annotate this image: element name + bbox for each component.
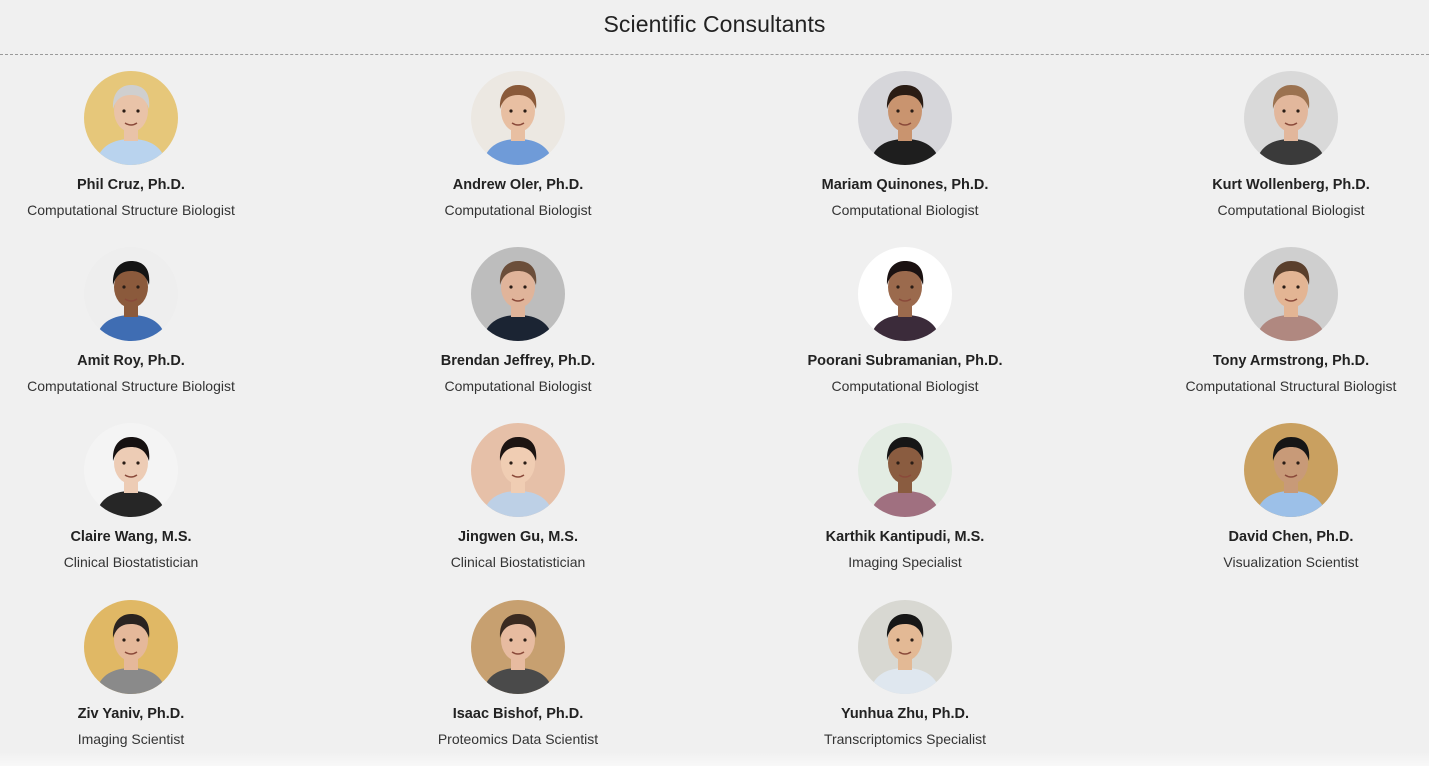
consultant-photo: [1244, 423, 1338, 517]
consultant-photo: [84, 600, 178, 694]
consultant-role: Clinical Biostatistician: [63, 554, 199, 570]
consultant-photo: [84, 247, 178, 341]
consultant-role: Computational Biologist: [831, 378, 979, 394]
consultant-role: Visualization Scientist: [1223, 554, 1359, 570]
consultant-photo: [1244, 71, 1338, 165]
consultant-name: Amit Roy, Ph.D.: [77, 353, 185, 369]
consultant-role: Computational Biologist: [444, 378, 592, 394]
consultant-name: Kurt Wollenberg, Ph.D.: [1212, 177, 1370, 193]
consultant-name: Poorani Subramanian, Ph.D.: [807, 353, 1003, 369]
consultant-name: Phil Cruz, Ph.D.: [77, 177, 185, 193]
consultant-photo: [471, 600, 565, 694]
consultant-photo: [858, 423, 952, 517]
consultant-name: Jingwen Gu, M.S.: [457, 529, 579, 545]
consultant-photo: [471, 423, 565, 517]
consultant-name: Karthik Kantipudi, M.S.: [825, 529, 985, 545]
consultant-name: Ziv Yaniv, Ph.D.: [77, 706, 185, 722]
consultant-role: Computational Structure Biologist: [27, 202, 235, 218]
page-header: Scientific Consultants: [0, 0, 1429, 55]
consultant-role: Computational Structure Biologist: [27, 378, 235, 394]
consultant-name: Yunhua Zhu, Ph.D.: [840, 706, 970, 722]
consultant-role: Transcriptomics Specialist: [823, 731, 987, 747]
consultant-role: Clinical Biostatistician: [450, 554, 586, 570]
consultant-photo: [84, 423, 178, 517]
consultant-name: Andrew Oler, Ph.D.: [452, 177, 584, 193]
consultant-photo: [858, 600, 952, 694]
consultant-name: Isaac Bishof, Ph.D.: [452, 706, 584, 722]
consultant-role: Computational Biologist: [444, 202, 592, 218]
consultant-photo: [471, 71, 565, 165]
consultant-name: Mariam Quinones, Ph.D.: [821, 177, 989, 193]
consultant-photo: [1244, 247, 1338, 341]
consultant-role: Imaging Scientist: [77, 731, 185, 747]
consultant-role: Computational Structural Biologist: [1185, 378, 1397, 394]
consultant-photo: [471, 247, 565, 341]
consultant-role: Computational Biologist: [1217, 202, 1365, 218]
consultant-name: Tony Armstrong, Ph.D.: [1212, 353, 1370, 369]
consultant-role: Proteomics Data Scientist: [437, 731, 599, 747]
consultant-photo: [858, 247, 952, 341]
consultant-role: Imaging Specialist: [848, 554, 962, 570]
consultant-name: David Chen, Ph.D.: [1228, 529, 1354, 545]
page-title: Scientific Consultants: [603, 11, 826, 37]
consultant-photo: [858, 71, 952, 165]
consultant-photo: [84, 71, 178, 165]
consultant-role: Computational Biologist: [831, 202, 979, 218]
consultant-name: Brendan Jeffrey, Ph.D.: [440, 353, 596, 369]
bottom-fade: [0, 752, 1429, 766]
consultant-name: Claire Wang, M.S.: [70, 529, 192, 545]
